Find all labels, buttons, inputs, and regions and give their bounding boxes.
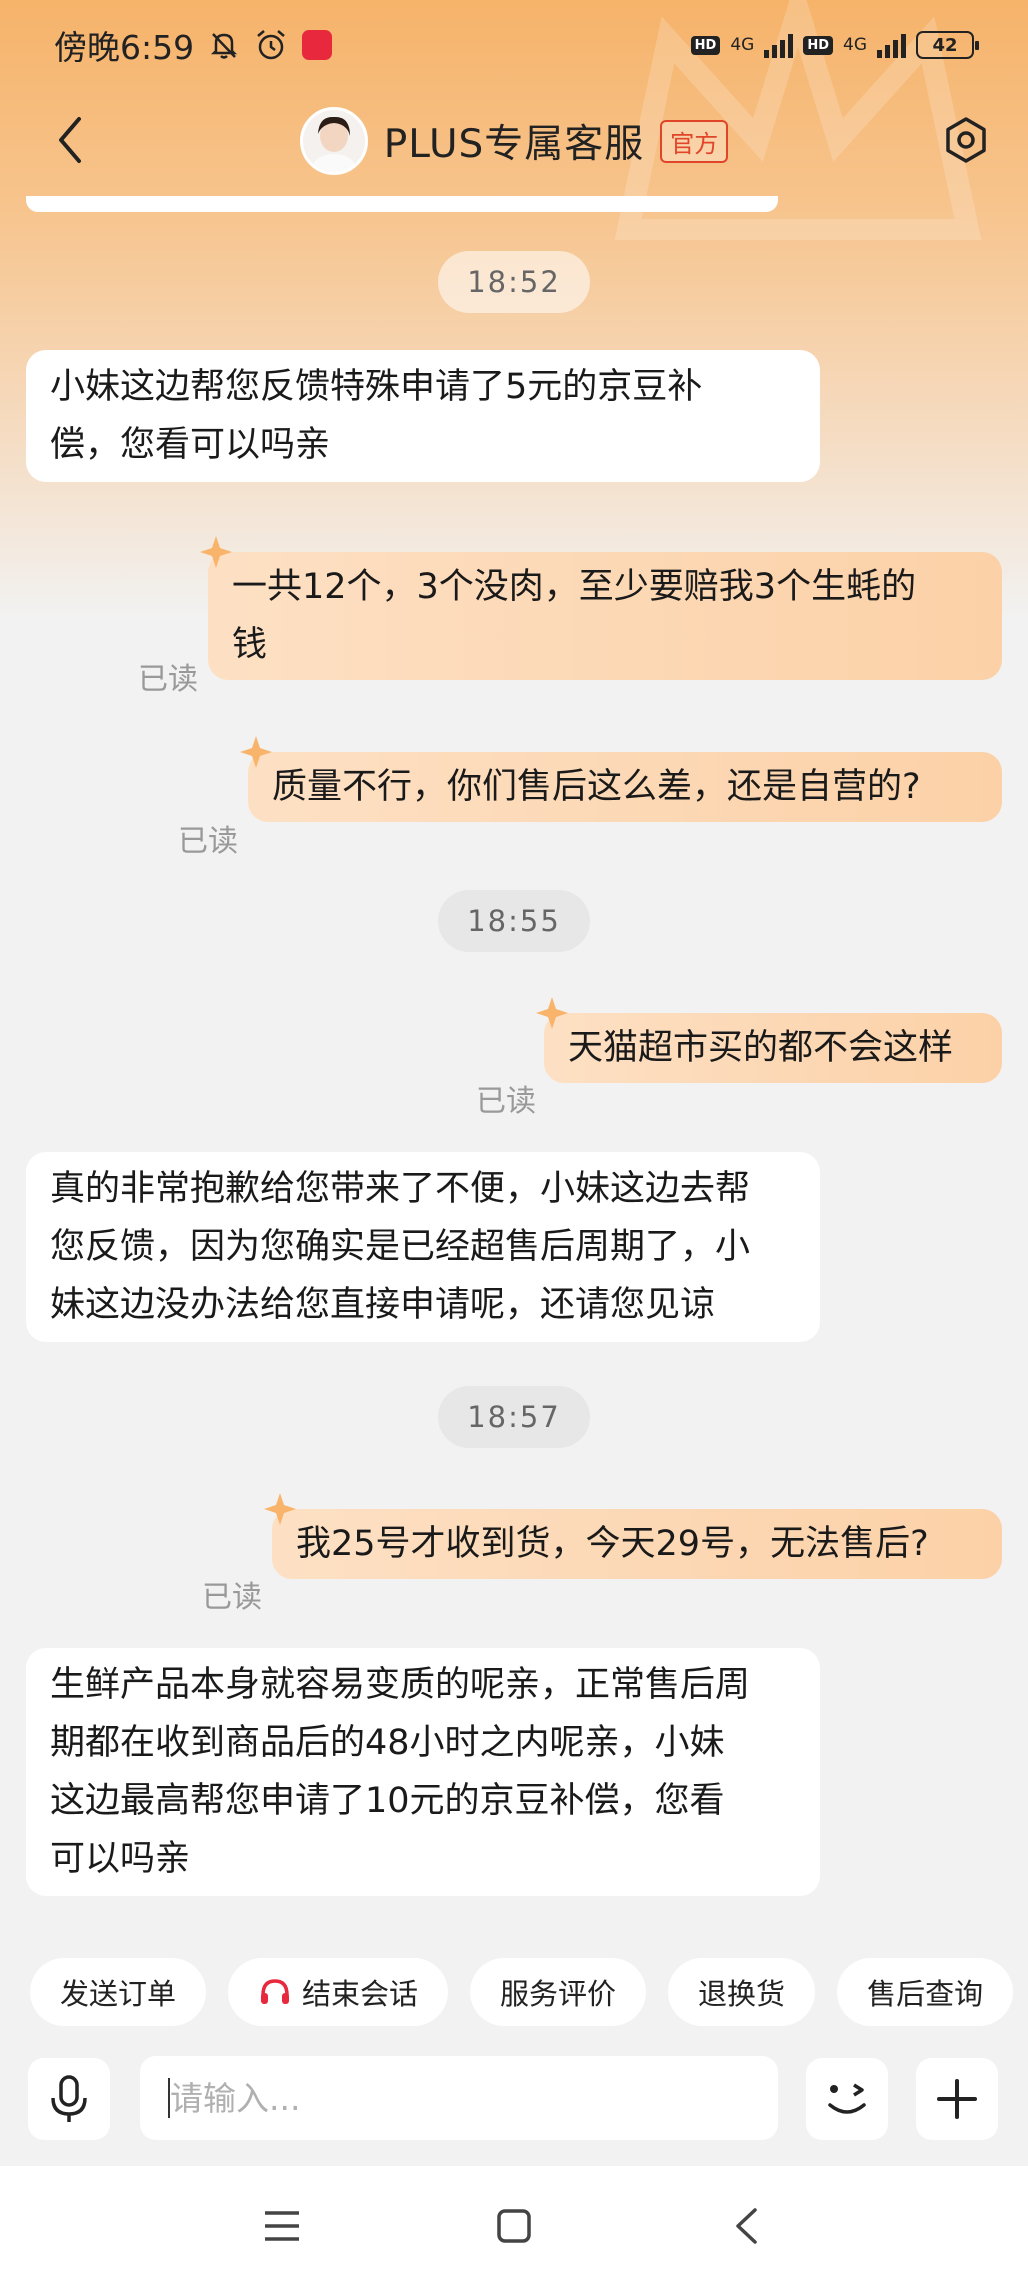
nav-menu-button[interactable] [252, 2196, 312, 2256]
message-line: 可以吗亲 [50, 1839, 191, 1879]
agent-message-bubble[interactable]: 生鲜产品本身就容易变质的呢亲，正常售后周 期都在收到商品后的48小时之内呢亲，小… [26, 1648, 820, 1896]
chip-label: 结束会话 [302, 1977, 419, 2011]
back-chevron-icon [59, 117, 81, 163]
user-message-bubble[interactable]: 质量不行，你们售后这么差，还是自营的? [240, 736, 1002, 822]
settings-hexagon-icon [946, 117, 986, 163]
avatar-portrait-icon [302, 110, 365, 172]
star-sparkle-icon [264, 1493, 296, 1525]
agent-message-bubble[interactable]: 真的非常抱歉给您带来了不便，小妹这边去帮 您反馈，因为您确实是已经超售后周期了，… [26, 1152, 820, 1342]
message-line: 钱 [232, 625, 268, 665]
star-sparkle-icon [240, 736, 272, 768]
more-options-button[interactable] [916, 2058, 998, 2140]
message-input-box[interactable] [140, 2056, 778, 2140]
message-line: 您反馈，因为您确实是已经超售后周期了，小 [50, 1227, 751, 1267]
service-rating-button[interactable]: 服务评价 [470, 1958, 647, 2026]
nav-home-button[interactable] [484, 2196, 544, 2256]
return-exchange-button[interactable]: 退换货 [668, 1958, 816, 2026]
hd-badge-1: HD [690, 35, 721, 55]
user-message-bubble[interactable]: 我25号才收到货，今天29号，无法售后? [264, 1493, 1002, 1579]
signal-label-2: 4G [843, 34, 867, 55]
message-line: 这边最高帮您申请了10元的京豆补偿，您看 [50, 1781, 725, 1821]
star-sparkle-icon [536, 997, 568, 1029]
notice-strip [26, 196, 778, 212]
signal-label-1: 4G [730, 34, 755, 55]
user-message-bubble[interactable]: 天猫超市买的都不会这样 [536, 997, 1002, 1083]
message-line: 天猫超市买的都不会这样 [568, 1028, 954, 1068]
message-line: 我25号才收到货，今天29号，无法售后? [296, 1524, 929, 1564]
chip-label: 服务评价 [500, 1977, 617, 2011]
read-receipt: 已读 [476, 1084, 536, 1119]
chip-label: 发送订单 [60, 1977, 177, 2011]
read-receipt: 已读 [202, 1580, 262, 1615]
chip-label: 售后查询 [867, 1977, 984, 2011]
hd-badge-2: HD [803, 35, 833, 55]
menu-icon [265, 2211, 299, 2241]
mute-bell-icon [211, 33, 238, 59]
send-order-button[interactable]: 发送订单 [30, 1958, 207, 2026]
app-notification-icon [302, 30, 333, 60]
microphone-icon [51, 2075, 87, 2122]
read-receipt: 已读 [178, 824, 238, 859]
message-line: 质量不行，你们售后这么差，还是自营的? [272, 767, 921, 807]
headset-icon [261, 1979, 290, 2004]
status-time: 傍晚6:59 [54, 28, 195, 67]
message-line: 妹这边没办法给您直接申请呢，还请您见谅 [50, 1285, 716, 1325]
timestamp-pill: 18:55 [438, 890, 590, 952]
message-line: 真的非常抱歉给您带来了不便，小妹这边去帮 [50, 1169, 751, 1209]
official-badge: 官方 [660, 119, 729, 163]
message-line: 生鲜产品本身就容易变质的呢亲，正常售后周 [50, 1665, 751, 1705]
back-triangle-icon [736, 2208, 757, 2244]
message-line: 偿，您看可以吗亲 [50, 425, 331, 465]
alarm-icon [257, 30, 285, 60]
agent-avatar[interactable] [299, 107, 368, 175]
text-caret [168, 2078, 170, 2118]
plus-icon [937, 2079, 977, 2119]
message-line: 期都在收到商品后的48小时之内呢亲，小妹 [50, 1723, 725, 1763]
chat-header: PLUS专属客服 官方 [0, 96, 1028, 186]
user-message-bubble[interactable]: 一共12个，3个没肉，至少要赔我3个生蚝的 钱 [200, 536, 1002, 680]
signal-bars-2-icon [877, 32, 906, 58]
system-nav-bar [0, 2166, 1028, 2284]
message-line: 一共12个，3个没肉，至少要赔我3个生蚝的 [232, 567, 917, 607]
status-bar: 傍晚6:59 HD 4G HD 4G 42 [0, 0, 1028, 90]
emoji-button[interactable] [806, 2058, 888, 2140]
read-receipt: 已读 [138, 662, 198, 697]
after-sales-query-button[interactable]: 售后查询 [837, 1958, 1014, 2026]
wink-emoji-icon [828, 2083, 866, 2114]
voice-input-button[interactable] [28, 2058, 110, 2140]
message-line: 小妹这边帮您反馈特殊申请了5元的京豆补 [50, 367, 703, 407]
back-button[interactable] [40, 110, 100, 170]
timestamp-pill: 18:57 [438, 1386, 590, 1448]
star-sparkle-icon [200, 536, 232, 568]
timestamp-pill: 18:52 [438, 251, 590, 313]
settings-button[interactable] [934, 108, 998, 172]
message-input[interactable] [170, 2078, 778, 2118]
home-square-icon [497, 2209, 531, 2243]
agent-message-bubble[interactable]: 小妹这边帮您反馈特殊申请了5元的京豆补 偿，您看可以吗亲 [26, 350, 820, 482]
battery-indicator: 42 [916, 31, 979, 59]
chip-label: 退换货 [698, 1977, 786, 2011]
nav-back-button[interactable] [716, 2196, 776, 2256]
end-session-button[interactable]: 结束会话 [228, 1958, 449, 2026]
quick-action-bar: 发送订单 结束会话 服务评价 退换货 售后查询 [30, 1958, 1014, 2026]
page-title: PLUS专属客服 [383, 122, 645, 167]
signal-bars-1-icon [764, 32, 794, 58]
